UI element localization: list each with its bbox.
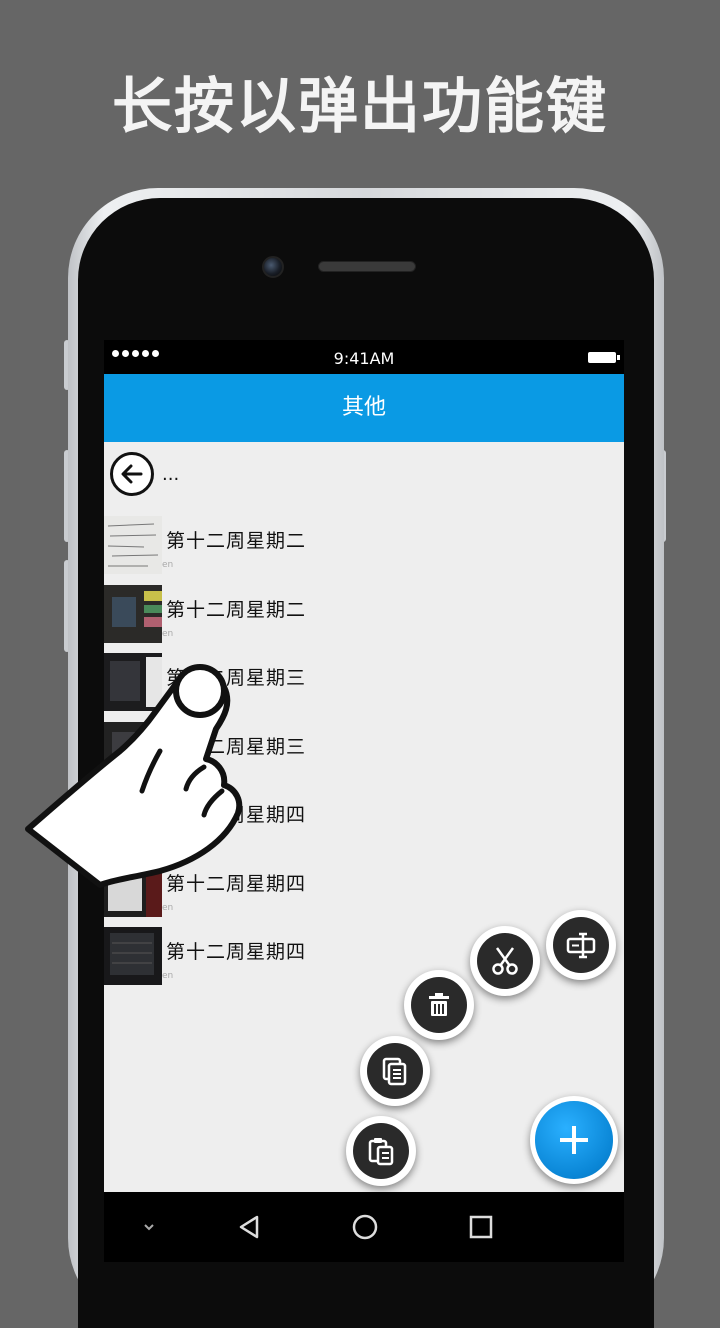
app-bar-title: 其他	[104, 374, 624, 442]
file-thumbnail	[104, 927, 162, 985]
copy-button[interactable]	[360, 1036, 430, 1106]
parent-folder-row[interactable]: ...	[104, 450, 624, 504]
status-time: 9:41AM	[333, 349, 395, 368]
file-name: 第十二周星期二	[166, 598, 307, 621]
back-arrow-icon[interactable]	[110, 452, 154, 496]
file-name: 第十二周星期二	[166, 530, 307, 552]
parent-folder-label: ...	[162, 464, 180, 485]
chevron-down-icon[interactable]	[132, 1210, 166, 1244]
nav-recents-icon[interactable]	[464, 1210, 498, 1244]
rename-icon	[566, 932, 596, 959]
file-subtitle: en	[162, 971, 174, 981]
android-nav-bar	[104, 1192, 624, 1262]
file-subtitle: en	[162, 902, 174, 913]
rename-button[interactable]	[546, 910, 616, 980]
status-bar: 9:41AM	[104, 340, 624, 374]
paste-button[interactable]	[346, 1116, 416, 1186]
cut-button[interactable]	[470, 926, 540, 996]
nav-back-icon[interactable]	[232, 1210, 266, 1244]
front-camera-icon	[262, 256, 284, 278]
promo-headline: 长按以弹出功能键	[112, 72, 608, 142]
nav-home-icon[interactable]	[348, 1210, 382, 1244]
cut-icon	[492, 947, 518, 975]
delete-button[interactable]	[404, 970, 474, 1040]
earpiece-speaker	[318, 261, 416, 272]
file-thumbnail	[104, 516, 162, 574]
file-name: 第十二周星期四	[166, 941, 307, 963]
list-item[interactable]: 第十二周星期二 en	[104, 584, 624, 654]
copy-icon	[382, 1057, 407, 1086]
pointing-hand-icon	[25, 664, 243, 888]
add-button[interactable]	[530, 1096, 618, 1184]
add-icon	[560, 1126, 588, 1154]
file-thumbnail	[104, 584, 162, 643]
paste-icon	[368, 1138, 394, 1166]
file-subtitle: en	[162, 628, 174, 639]
file-subtitle: en	[162, 560, 174, 570]
battery-icon	[588, 352, 620, 363]
list-item[interactable]: 第十二周星期二 en	[104, 516, 624, 585]
delete-icon	[429, 993, 449, 1016]
